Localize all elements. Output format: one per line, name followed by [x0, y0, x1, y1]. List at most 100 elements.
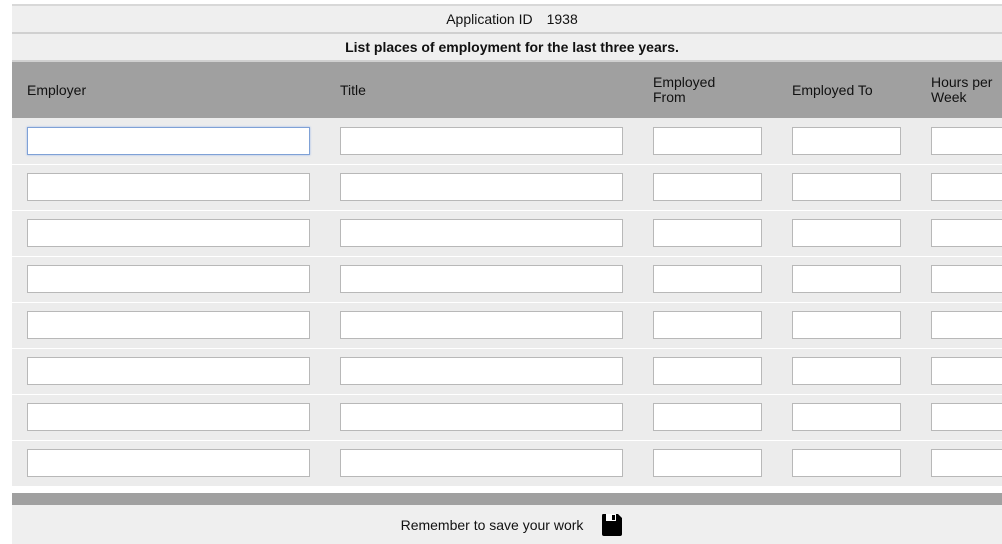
- table-row: [12, 302, 1002, 348]
- table-cell: [777, 118, 916, 164]
- table-cell: [916, 348, 1002, 394]
- table-cell: [638, 118, 777, 164]
- table-row: [12, 118, 1002, 164]
- table-cell: [916, 302, 1002, 348]
- employed-from-input[interactable]: [653, 357, 762, 385]
- hours-per-week-input[interactable]: [931, 219, 1002, 247]
- title-input[interactable]: [340, 219, 623, 247]
- table-cell: [638, 348, 777, 394]
- title-input[interactable]: [340, 173, 623, 201]
- table-cell: [638, 440, 777, 486]
- employer-input[interactable]: [27, 173, 310, 201]
- employed-to-input[interactable]: [792, 127, 901, 155]
- table-cell: [12, 440, 325, 486]
- column-header-employed-from: Employed From: [638, 62, 777, 118]
- table-cell: [325, 210, 638, 256]
- table-cell: [12, 394, 325, 440]
- title-input[interactable]: [340, 357, 623, 385]
- employed-from-input[interactable]: [653, 449, 762, 477]
- hours-per-week-input[interactable]: [931, 265, 1002, 293]
- title-input[interactable]: [340, 127, 623, 155]
- table-cell: [777, 210, 916, 256]
- employed-to-input[interactable]: [792, 311, 901, 339]
- employer-input[interactable]: [27, 127, 310, 155]
- application-id-bar: Application ID 1938: [12, 4, 1002, 34]
- table-cell: [638, 164, 777, 210]
- application-id-value: 1938: [547, 11, 578, 27]
- employed-to-input[interactable]: [792, 219, 901, 247]
- title-input[interactable]: [340, 265, 623, 293]
- table-cell: [325, 164, 638, 210]
- employment-form: Application ID 1938 List places of emplo…: [12, 4, 1002, 544]
- table-cell: [12, 256, 325, 302]
- table-cell: [638, 394, 777, 440]
- employed-from-input[interactable]: [653, 173, 762, 201]
- employed-to-input[interactable]: [792, 173, 901, 201]
- table-cell: [638, 302, 777, 348]
- table-cell: [916, 210, 1002, 256]
- employed-to-input[interactable]: [792, 449, 901, 477]
- table-cell: [777, 440, 916, 486]
- column-header-employed-to: Employed To: [777, 62, 916, 118]
- table-cell: [916, 440, 1002, 486]
- table-cell: [916, 256, 1002, 302]
- hours-per-week-input[interactable]: [931, 449, 1002, 477]
- floppy-disk-icon[interactable]: [601, 513, 623, 537]
- hours-per-week-input[interactable]: [931, 311, 1002, 339]
- table-cell: [325, 256, 638, 302]
- column-header-title: Title: [325, 62, 638, 118]
- table-header-row: Employer Title Employed From Employed To…: [12, 62, 1002, 118]
- table-cell: [916, 164, 1002, 210]
- title-input[interactable]: [340, 449, 623, 477]
- table-cell: [12, 348, 325, 394]
- employer-input[interactable]: [27, 219, 310, 247]
- table-row: [12, 440, 1002, 486]
- employed-to-input[interactable]: [792, 357, 901, 385]
- employed-from-input[interactable]: [653, 265, 762, 293]
- hours-per-week-input[interactable]: [931, 403, 1002, 431]
- table-cell: [12, 118, 325, 164]
- table-cell: [777, 164, 916, 210]
- hours-per-week-input[interactable]: [931, 173, 1002, 201]
- employed-from-input[interactable]: [653, 403, 762, 431]
- table-cell: [916, 118, 1002, 164]
- table-cell: [325, 348, 638, 394]
- column-header-employer: Employer: [12, 62, 325, 118]
- table-cell: [916, 394, 1002, 440]
- table-cell: [777, 302, 916, 348]
- employer-input[interactable]: [27, 403, 310, 431]
- employed-from-input[interactable]: [653, 127, 762, 155]
- instruction-text: List places of employment for the last t…: [12, 34, 1002, 62]
- employment-table: Employer Title Employed From Employed To…: [12, 62, 1002, 487]
- employed-to-input[interactable]: [792, 403, 901, 431]
- employed-from-input[interactable]: [653, 311, 762, 339]
- table-row: [12, 394, 1002, 440]
- table-cell: [325, 440, 638, 486]
- hours-per-week-input[interactable]: [931, 357, 1002, 385]
- table-cell: [777, 394, 916, 440]
- employer-input[interactable]: [27, 311, 310, 339]
- employed-from-input[interactable]: [653, 219, 762, 247]
- employer-input[interactable]: [27, 449, 310, 477]
- table-cell: [638, 210, 777, 256]
- table-cell: [12, 302, 325, 348]
- table-cell: [12, 210, 325, 256]
- table-row: [12, 210, 1002, 256]
- table-row: [12, 256, 1002, 302]
- table-cell: [325, 302, 638, 348]
- save-reminder-text: Remember to save your work: [401, 517, 584, 533]
- hours-per-week-input[interactable]: [931, 127, 1002, 155]
- table-body: [12, 118, 1002, 486]
- table-cell: [325, 118, 638, 164]
- footer-bar: Remember to save your work: [12, 505, 1002, 544]
- title-input[interactable]: [340, 403, 623, 431]
- table-row: [12, 348, 1002, 394]
- table-cell: [777, 256, 916, 302]
- employed-to-input[interactable]: [792, 265, 901, 293]
- employer-input[interactable]: [27, 265, 310, 293]
- application-id-label: Application ID: [446, 11, 532, 27]
- table-cell: [325, 394, 638, 440]
- title-input[interactable]: [340, 311, 623, 339]
- employer-input[interactable]: [27, 357, 310, 385]
- table-cell: [777, 348, 916, 394]
